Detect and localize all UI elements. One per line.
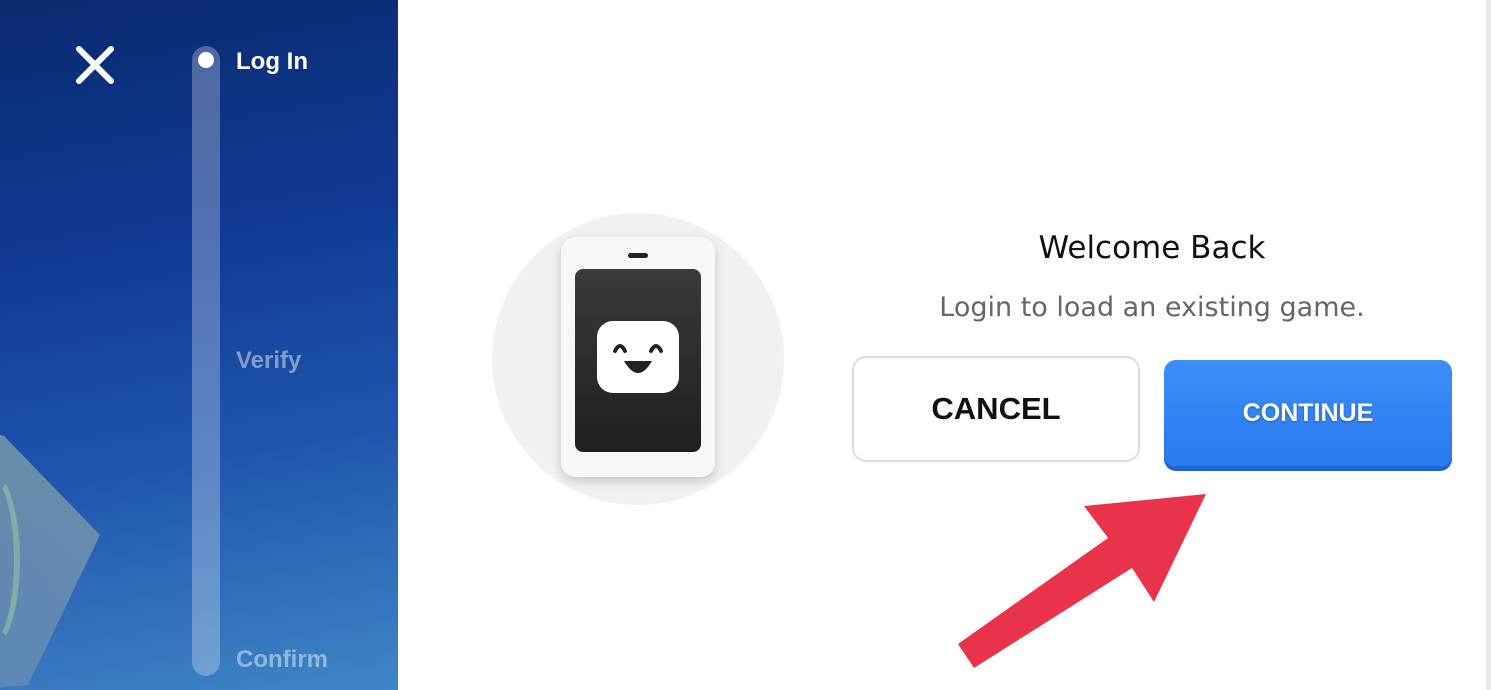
window-edge (1486, 0, 1491, 690)
progress-indicator (198, 52, 214, 68)
dialog-subtitle: Login to load an existing game. (939, 292, 1365, 323)
step-verify: Verify (236, 347, 302, 374)
progress-sidebar: Log In Verify Confirm (0, 0, 398, 690)
arrow-icon (950, 490, 1212, 672)
step-confirm: Confirm (236, 646, 328, 673)
progress-track (192, 46, 220, 676)
smiling-phone-icon (597, 321, 679, 393)
dialog-title: Welcome Back (1038, 230, 1266, 266)
step-log-in: Log In (236, 48, 308, 75)
cancel-button[interactable]: CANCEL (852, 356, 1140, 462)
phone-speaker (628, 253, 648, 258)
close-button[interactable] (74, 44, 116, 86)
continue-button[interactable]: CONTINUE (1164, 360, 1452, 466)
close-icon (76, 46, 114, 84)
